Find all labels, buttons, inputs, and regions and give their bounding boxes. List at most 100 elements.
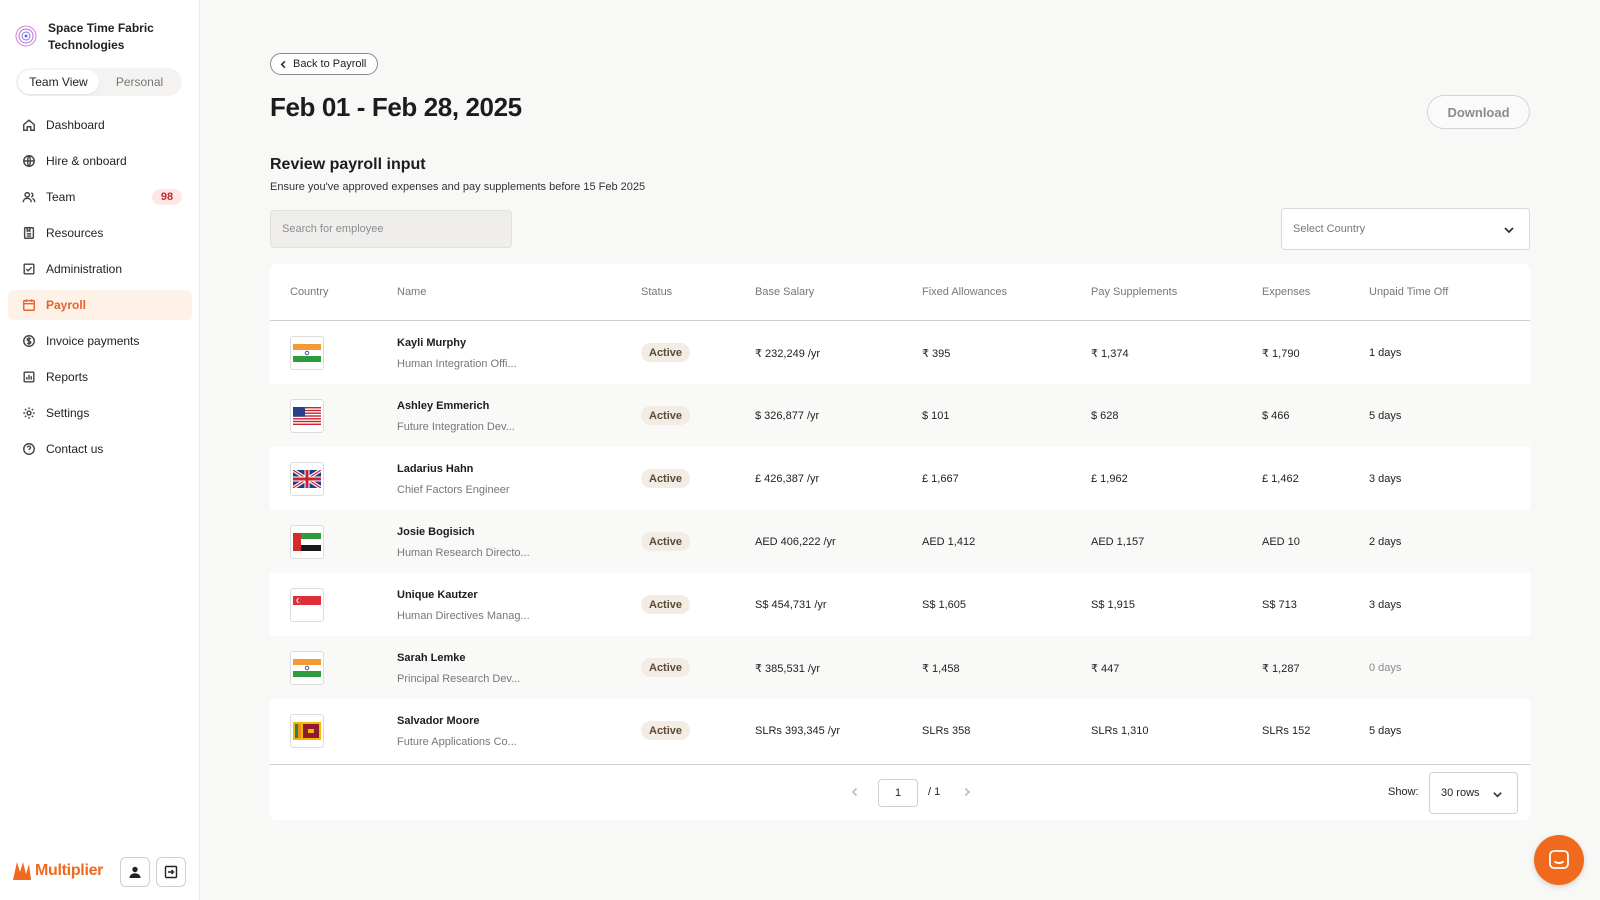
sidebar-item-payroll[interactable]: Payroll bbox=[8, 290, 192, 320]
download-button[interactable]: Download bbox=[1427, 95, 1530, 129]
chevron-right-icon[interactable] bbox=[962, 787, 972, 797]
calendar-icon bbox=[23, 299, 35, 311]
sidebar-item-reports[interactable]: Reports bbox=[8, 362, 192, 392]
employee-name: Sarah Lemke bbox=[397, 652, 466, 664]
pay-supplements: SLRs 1,310 bbox=[1091, 725, 1149, 737]
unpaid-time-off: 3 days bbox=[1369, 473, 1402, 485]
multiplier-logo-icon bbox=[13, 862, 31, 880]
team-count-badge: 98 bbox=[152, 189, 182, 205]
sidebar-item-label: Resources bbox=[46, 226, 104, 240]
sidebar-item-administration[interactable]: Administration bbox=[8, 254, 192, 284]
org-name: Space Time Fabric Technologies bbox=[48, 21, 154, 52]
team-view-tab[interactable]: Team View bbox=[18, 70, 99, 94]
table-row[interactable]: Ladarius Hahn Chief Factors Engineer Act… bbox=[270, 447, 1530, 510]
fixed-allowances: AED 1,412 bbox=[922, 536, 976, 548]
show-label: Show: bbox=[1388, 786, 1419, 798]
chevron-left-icon[interactable] bbox=[850, 787, 860, 797]
logout-icon bbox=[164, 865, 178, 879]
column-header-name: Name bbox=[397, 286, 427, 298]
india-flag-icon bbox=[290, 336, 324, 370]
org-switcher[interactable]: Space Time Fabric Technologies bbox=[14, 20, 168, 54]
sidebar-item-label: Team bbox=[46, 190, 76, 204]
employee-name: Kayli Murphy bbox=[397, 337, 467, 349]
base-salary: S$ 454,731 /yr bbox=[755, 599, 827, 611]
sidebar-item-resources[interactable]: Resources bbox=[8, 218, 192, 248]
gear-icon bbox=[23, 407, 35, 419]
column-header-pay-supplements: Pay Supplements bbox=[1091, 286, 1178, 298]
unpaid-time-off: 5 days bbox=[1369, 725, 1402, 737]
status-badge: Active bbox=[641, 658, 691, 677]
table-row[interactable]: Salvador Moore Future Applications Co...… bbox=[270, 699, 1530, 762]
table-row[interactable]: Ashley Emmerich Future Integration Dev..… bbox=[270, 384, 1530, 447]
table-row[interactable]: Sarah Lemke Principal Research Dev... Ac… bbox=[270, 636, 1530, 699]
pay-supplements: £ 1,962 bbox=[1091, 473, 1128, 485]
expenses: £ 1,462 bbox=[1262, 473, 1299, 485]
employee-role: Human Directives Manag... bbox=[397, 610, 530, 622]
pay-supplements: ₹ 447 bbox=[1091, 663, 1120, 675]
brand-name: Multiplier bbox=[35, 862, 104, 879]
back-to-payroll-button[interactable]: Back to Payroll bbox=[270, 53, 379, 75]
chat-support-button[interactable] bbox=[1534, 835, 1584, 885]
reports-icon bbox=[23, 371, 35, 383]
column-header-country: Country bbox=[290, 286, 329, 298]
chevron-down-icon bbox=[1493, 792, 1502, 798]
status-badge: Active bbox=[641, 595, 691, 614]
org-logo-icon bbox=[15, 25, 37, 47]
fixed-allowances: ₹ 395 bbox=[922, 348, 951, 360]
table-row[interactable]: Josie Bogisich Human Research Directo...… bbox=[270, 510, 1530, 573]
payroll-table: Country Name Status Base Salary Fixed Al… bbox=[270, 264, 1530, 820]
section-title: Review payroll input bbox=[270, 156, 426, 173]
expenses: ₹ 1,790 bbox=[1262, 348, 1300, 360]
table-row[interactable]: Unique Kautzer Human Directives Manag...… bbox=[270, 573, 1530, 636]
page-total: / 1 bbox=[928, 786, 941, 798]
employee-name: Ladarius Hahn bbox=[397, 463, 474, 475]
employee-name: Josie Bogisich bbox=[397, 526, 475, 538]
unpaid-time-off: 2 days bbox=[1369, 536, 1402, 548]
home-icon bbox=[23, 119, 35, 131]
employee-name: Salvador Moore bbox=[397, 715, 480, 727]
page-input[interactable]: 1 bbox=[878, 779, 918, 807]
employee-role: Human Research Directo... bbox=[397, 547, 530, 559]
sidebar-item-invoice-payments[interactable]: Invoice payments bbox=[8, 326, 192, 356]
sidebar-item-settings[interactable]: Settings bbox=[8, 398, 192, 428]
country-select[interactable]: Select Country bbox=[1281, 208, 1530, 250]
column-header-base-salary: Base Salary bbox=[755, 286, 815, 298]
employee-name: Ashley Emmerich bbox=[397, 400, 490, 412]
search-input[interactable]: Search for employee bbox=[270, 210, 512, 248]
sidebar-item-team[interactable]: Team 98 bbox=[8, 182, 192, 212]
sidebar-item-dashboard[interactable]: Dashboard bbox=[8, 110, 192, 140]
sidebar-item-label: Settings bbox=[46, 406, 90, 420]
column-header-expenses: Expenses bbox=[1262, 286, 1311, 298]
fixed-allowances: $ 101 bbox=[922, 410, 950, 422]
singapore-flag-icon bbox=[290, 588, 324, 622]
column-header-status: Status bbox=[641, 286, 673, 298]
column-header-unpaid-time-off: Unpaid Time Off bbox=[1369, 286, 1449, 298]
uk-flag-icon bbox=[290, 462, 324, 496]
back-button-label: Back to Payroll bbox=[293, 58, 367, 70]
personal-view-tab[interactable]: Personal bbox=[99, 70, 180, 94]
chat-icon bbox=[1549, 850, 1569, 869]
sidebar-item-label: Dashboard bbox=[46, 118, 105, 132]
pay-supplements: $ 628 bbox=[1091, 410, 1119, 422]
logout-button[interactable] bbox=[156, 857, 186, 887]
sidebar-item-label: Contact us bbox=[46, 442, 104, 456]
employee-role: Future Integration Dev... bbox=[397, 421, 515, 433]
profile-button[interactable] bbox=[120, 857, 150, 887]
status-badge: Active bbox=[641, 469, 691, 488]
sidebar-item-hire-onboard[interactable]: Hire & onboard bbox=[8, 146, 192, 176]
sidebar-item-contact-us[interactable]: Contact us bbox=[8, 434, 192, 464]
expenses: SLRs 152 bbox=[1262, 725, 1311, 737]
unpaid-time-off: 1 days bbox=[1369, 347, 1402, 359]
help-icon bbox=[23, 443, 35, 455]
unpaid-time-off: 3 days bbox=[1369, 599, 1402, 611]
sidebar-item-label: Administration bbox=[46, 262, 123, 276]
employee-role: Principal Research Dev... bbox=[397, 673, 521, 685]
expenses: $ 466 bbox=[1262, 410, 1290, 422]
rows-per-page-select[interactable]: 30 rows bbox=[1429, 772, 1518, 814]
table-row[interactable]: Kayli Murphy Human Integration Offi... A… bbox=[270, 321, 1530, 384]
view-toggle: Team View Personal bbox=[16, 68, 182, 96]
status-badge: Active bbox=[641, 406, 691, 425]
dollar-circle-icon bbox=[23, 335, 35, 347]
checklist-icon bbox=[23, 263, 35, 275]
base-salary: $ 326,877 /yr bbox=[755, 410, 820, 422]
